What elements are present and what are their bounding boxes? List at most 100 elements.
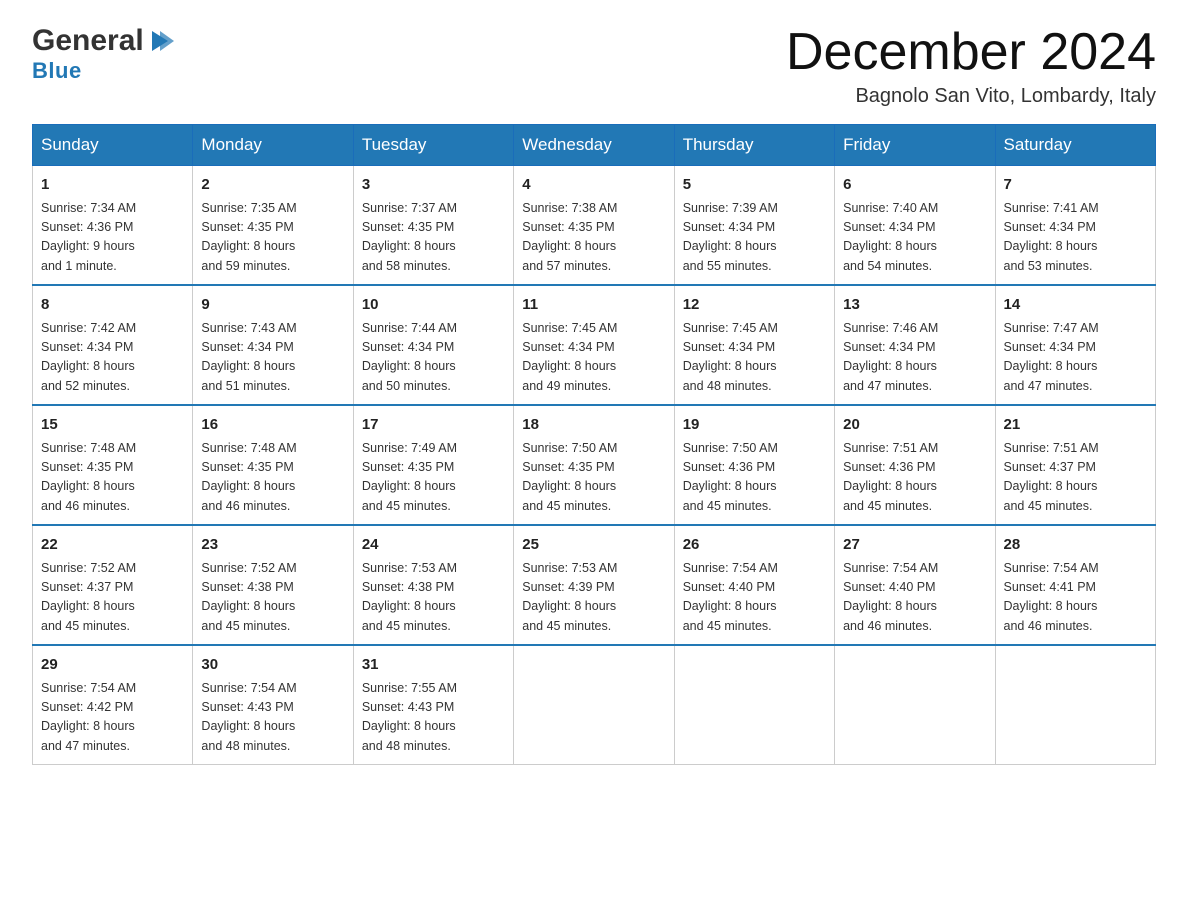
day-number: 2 (201, 174, 344, 197)
day-info: Sunrise: 7:50 AMSunset: 4:36 PMDaylight:… (683, 439, 826, 517)
day-info: Sunrise: 7:49 AMSunset: 4:35 PMDaylight:… (362, 439, 505, 517)
calendar-cell: 2Sunrise: 7:35 AMSunset: 4:35 PMDaylight… (193, 166, 353, 286)
calendar-cell: 1Sunrise: 7:34 AMSunset: 4:36 PMDaylight… (33, 166, 193, 286)
day-number: 26 (683, 534, 826, 557)
day-info: Sunrise: 7:50 AMSunset: 4:35 PMDaylight:… (522, 439, 665, 517)
day-info: Sunrise: 7:47 AMSunset: 4:34 PMDaylight:… (1004, 319, 1147, 397)
calendar-cell: 14Sunrise: 7:47 AMSunset: 4:34 PMDayligh… (995, 285, 1155, 405)
calendar-week-row: 8Sunrise: 7:42 AMSunset: 4:34 PMDaylight… (33, 285, 1156, 405)
day-number: 30 (201, 654, 344, 677)
calendar-cell: 17Sunrise: 7:49 AMSunset: 4:35 PMDayligh… (353, 405, 513, 525)
calendar-cell: 30Sunrise: 7:54 AMSunset: 4:43 PMDayligh… (193, 645, 353, 765)
calendar-cell: 4Sunrise: 7:38 AMSunset: 4:35 PMDaylight… (514, 166, 674, 286)
day-number: 15 (41, 414, 184, 437)
day-info: Sunrise: 7:54 AMSunset: 4:42 PMDaylight:… (41, 679, 184, 757)
day-number: 28 (1004, 534, 1147, 557)
calendar-cell: 27Sunrise: 7:54 AMSunset: 4:40 PMDayligh… (835, 525, 995, 645)
day-number: 31 (362, 654, 505, 677)
calendar-cell (995, 645, 1155, 765)
day-info: Sunrise: 7:54 AMSunset: 4:43 PMDaylight:… (201, 679, 344, 757)
day-number: 29 (41, 654, 184, 677)
calendar-col-wednesday: Wednesday (514, 125, 674, 166)
day-number: 10 (362, 294, 505, 317)
day-info: Sunrise: 7:40 AMSunset: 4:34 PMDaylight:… (843, 199, 986, 277)
day-info: Sunrise: 7:45 AMSunset: 4:34 PMDaylight:… (683, 319, 826, 397)
logo-name-row: General (32, 24, 174, 58)
calendar-cell: 25Sunrise: 7:53 AMSunset: 4:39 PMDayligh… (514, 525, 674, 645)
calendar-cell: 31Sunrise: 7:55 AMSunset: 4:43 PMDayligh… (353, 645, 513, 765)
day-number: 11 (522, 294, 665, 317)
calendar-cell: 23Sunrise: 7:52 AMSunset: 4:38 PMDayligh… (193, 525, 353, 645)
location-text: Bagnolo San Vito, Lombardy, Italy (786, 85, 1156, 108)
day-number: 7 (1004, 174, 1147, 197)
day-info: Sunrise: 7:52 AMSunset: 4:37 PMDaylight:… (41, 559, 184, 637)
day-info: Sunrise: 7:53 AMSunset: 4:39 PMDaylight:… (522, 559, 665, 637)
calendar-week-row: 22Sunrise: 7:52 AMSunset: 4:37 PMDayligh… (33, 525, 1156, 645)
calendar-cell: 6Sunrise: 7:40 AMSunset: 4:34 PMDaylight… (835, 166, 995, 286)
day-info: Sunrise: 7:51 AMSunset: 4:37 PMDaylight:… (1004, 439, 1147, 517)
calendar-cell: 26Sunrise: 7:54 AMSunset: 4:40 PMDayligh… (674, 525, 834, 645)
calendar-table: SundayMondayTuesdayWednesdayThursdayFrid… (32, 124, 1156, 765)
day-number: 24 (362, 534, 505, 557)
day-info: Sunrise: 7:51 AMSunset: 4:36 PMDaylight:… (843, 439, 986, 517)
calendar-cell: 10Sunrise: 7:44 AMSunset: 4:34 PMDayligh… (353, 285, 513, 405)
calendar-cell (835, 645, 995, 765)
calendar-col-thursday: Thursday (674, 125, 834, 166)
day-number: 12 (683, 294, 826, 317)
day-info: Sunrise: 7:37 AMSunset: 4:35 PMDaylight:… (362, 199, 505, 277)
day-info: Sunrise: 7:41 AMSunset: 4:34 PMDaylight:… (1004, 199, 1147, 277)
day-number: 17 (362, 414, 505, 437)
day-number: 25 (522, 534, 665, 557)
calendar-cell: 16Sunrise: 7:48 AMSunset: 4:35 PMDayligh… (193, 405, 353, 525)
calendar-cell: 19Sunrise: 7:50 AMSunset: 4:36 PMDayligh… (674, 405, 834, 525)
day-number: 5 (683, 174, 826, 197)
logo-general-text: General (32, 24, 144, 58)
calendar-cell: 15Sunrise: 7:48 AMSunset: 4:35 PMDayligh… (33, 405, 193, 525)
day-info: Sunrise: 7:42 AMSunset: 4:34 PMDaylight:… (41, 319, 184, 397)
day-number: 18 (522, 414, 665, 437)
calendar-cell: 24Sunrise: 7:53 AMSunset: 4:38 PMDayligh… (353, 525, 513, 645)
day-info: Sunrise: 7:46 AMSunset: 4:34 PMDaylight:… (843, 319, 986, 397)
day-number: 23 (201, 534, 344, 557)
day-info: Sunrise: 7:45 AMSunset: 4:34 PMDaylight:… (522, 319, 665, 397)
day-info: Sunrise: 7:54 AMSunset: 4:40 PMDaylight:… (843, 559, 986, 637)
calendar-col-monday: Monday (193, 125, 353, 166)
calendar-week-row: 29Sunrise: 7:54 AMSunset: 4:42 PMDayligh… (33, 645, 1156, 765)
day-number: 22 (41, 534, 184, 557)
day-info: Sunrise: 7:54 AMSunset: 4:40 PMDaylight:… (683, 559, 826, 637)
day-info: Sunrise: 7:55 AMSunset: 4:43 PMDaylight:… (362, 679, 505, 757)
calendar-cell: 8Sunrise: 7:42 AMSunset: 4:34 PMDaylight… (33, 285, 193, 405)
day-info: Sunrise: 7:38 AMSunset: 4:35 PMDaylight:… (522, 199, 665, 277)
calendar-cell: 3Sunrise: 7:37 AMSunset: 4:35 PMDaylight… (353, 166, 513, 286)
logo: General Blue (32, 24, 174, 84)
day-info: Sunrise: 7:54 AMSunset: 4:41 PMDaylight:… (1004, 559, 1147, 637)
day-number: 1 (41, 174, 184, 197)
day-info: Sunrise: 7:52 AMSunset: 4:38 PMDaylight:… (201, 559, 344, 637)
logo-arrow-icon (146, 27, 174, 55)
calendar-header-row: SundayMondayTuesdayWednesdayThursdayFrid… (33, 125, 1156, 166)
calendar-cell: 18Sunrise: 7:50 AMSunset: 4:35 PMDayligh… (514, 405, 674, 525)
calendar-col-sunday: Sunday (33, 125, 193, 166)
calendar-cell: 12Sunrise: 7:45 AMSunset: 4:34 PMDayligh… (674, 285, 834, 405)
calendar-col-tuesday: Tuesday (353, 125, 513, 166)
calendar-cell (514, 645, 674, 765)
calendar-col-friday: Friday (835, 125, 995, 166)
day-number: 20 (843, 414, 986, 437)
calendar-cell: 29Sunrise: 7:54 AMSunset: 4:42 PMDayligh… (33, 645, 193, 765)
day-info: Sunrise: 7:34 AMSunset: 4:36 PMDaylight:… (41, 199, 184, 277)
month-title: December 2024 (786, 24, 1156, 81)
day-number: 6 (843, 174, 986, 197)
calendar-week-row: 1Sunrise: 7:34 AMSunset: 4:36 PMDaylight… (33, 166, 1156, 286)
day-number: 3 (362, 174, 505, 197)
calendar-cell: 9Sunrise: 7:43 AMSunset: 4:34 PMDaylight… (193, 285, 353, 405)
calendar-cell: 11Sunrise: 7:45 AMSunset: 4:34 PMDayligh… (514, 285, 674, 405)
calendar-cell: 21Sunrise: 7:51 AMSunset: 4:37 PMDayligh… (995, 405, 1155, 525)
title-area: December 2024 Bagnolo San Vito, Lombardy… (786, 24, 1156, 108)
day-number: 13 (843, 294, 986, 317)
day-number: 19 (683, 414, 826, 437)
day-number: 27 (843, 534, 986, 557)
day-info: Sunrise: 7:43 AMSunset: 4:34 PMDaylight:… (201, 319, 344, 397)
calendar-col-saturday: Saturday (995, 125, 1155, 166)
calendar-week-row: 15Sunrise: 7:48 AMSunset: 4:35 PMDayligh… (33, 405, 1156, 525)
logo-blue-text: Blue (32, 58, 82, 84)
